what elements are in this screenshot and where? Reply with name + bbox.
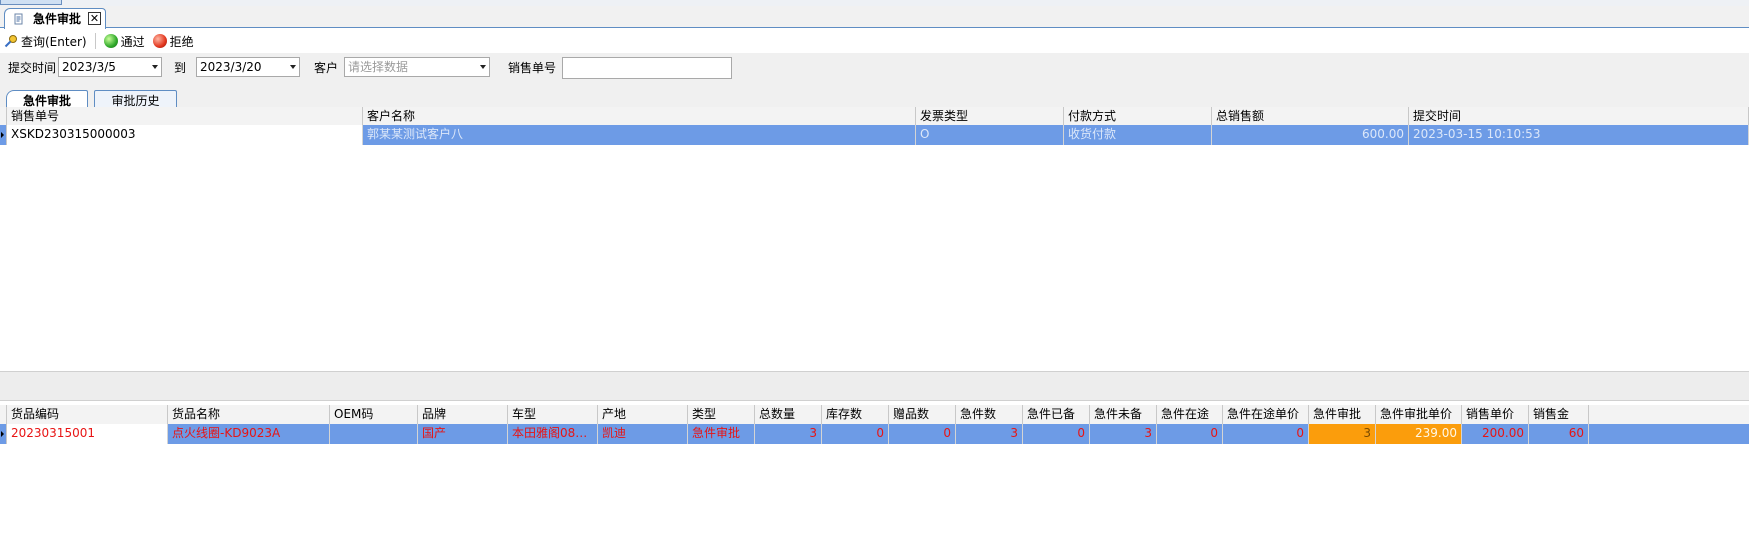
col-oem[interactable]: OEM码 (330, 405, 418, 424)
submit-time-label: 提交时间 (8, 61, 57, 75)
cell-urgent-approve[interactable]: 3 (1309, 424, 1376, 444)
cell-invoice-type[interactable]: O (916, 125, 1064, 145)
col-sale-amount[interactable]: 销售金 (1529, 405, 1589, 424)
red-ball-icon (152, 34, 167, 48)
col-stock[interactable]: 库存数 (822, 405, 889, 424)
grid-splitter[interactable] (0, 371, 1749, 401)
cell-urgent-approve-price[interactable]: 239.00 (1376, 424, 1462, 444)
col-brand[interactable]: 品牌 (418, 405, 508, 424)
cell-urgent-transit[interactable]: 0 (1157, 424, 1223, 444)
col-sale-price[interactable]: 销售单价 (1462, 405, 1529, 424)
approve-button[interactable]: 通过 (100, 30, 149, 52)
col-submit-time[interactable]: 提交时间 (1409, 107, 1749, 126)
document-tab-bar: 急件审批 ✕ (0, 6, 1749, 29)
document-icon (14, 13, 23, 25)
col-urgent-transit[interactable]: 急件在途 (1157, 405, 1223, 424)
header-indicator (0, 405, 7, 424)
cell-type[interactable]: 急件审批 (688, 424, 755, 444)
col-customer[interactable]: 客户名称 (363, 107, 916, 126)
cell-brand[interactable]: 国产 (418, 424, 508, 444)
customer-select[interactable]: 请选择数据 (344, 57, 490, 77)
doc-tab-label: 急件审批 (33, 12, 82, 26)
cell-model[interactable]: 本田雅阁08款… (508, 424, 598, 444)
items-grid-header: 货品编码 货品名称 OEM码 品牌 车型 产地 类型 总数量 库存数 赠品数 急… (0, 405, 1749, 425)
col-urgent-approve-price[interactable]: 急件审批单价 (1376, 405, 1462, 424)
col-gift[interactable]: 赠品数 (889, 405, 956, 424)
cell-urgent-unready[interactable]: 3 (1090, 424, 1157, 444)
cell-total-qty[interactable]: 3 (755, 424, 822, 444)
toolbar-separator (94, 33, 96, 49)
col-model[interactable]: 车型 (508, 405, 598, 424)
cell-origin[interactable]: 凯迪 (598, 424, 688, 444)
cell-sale-price[interactable]: 200.00 (1462, 424, 1529, 444)
cell-item-code[interactable]: 20230315001 (7, 424, 168, 444)
toolbar: 查询(Enter) 通过 拒绝 (0, 29, 1749, 53)
top-strip-selector[interactable] (0, 0, 62, 5)
col-invoice-type[interactable]: 发票类型 (916, 107, 1064, 126)
app-window: 急件审批 ✕ 查询(Enter) 通过 拒绝 提交时间 2023/3/5 到 2… (0, 0, 1749, 545)
date-from-picker[interactable]: 2023/3/5 (58, 57, 162, 77)
dropdown-arrow-icon[interactable] (480, 65, 486, 69)
col-origin[interactable]: 产地 (598, 405, 688, 424)
cell-oem[interactable] (330, 424, 418, 444)
order-no-label: 销售单号 (508, 61, 557, 75)
date-to-picker[interactable]: 2023/3/20 (196, 57, 300, 77)
reject-label: 拒绝 (169, 34, 194, 49)
close-icon[interactable]: ✕ (88, 12, 102, 25)
cell-stock[interactable]: 0 (822, 424, 889, 444)
filter-bar: 提交时间 2023/3/5 到 2023/3/20 客户 请选择数据 销售单号 (0, 53, 1749, 81)
date-to-value: 2023/3/20 (200, 60, 262, 74)
cell-submit-time[interactable]: 2023-03-15 10:10:53 (1409, 125, 1749, 145)
col-item-code[interactable]: 货品编码 (7, 405, 168, 424)
cell-gift[interactable]: 0 (889, 424, 956, 444)
col-urgent[interactable]: 急件数 (956, 405, 1023, 424)
col-total-qty[interactable]: 总数量 (755, 405, 822, 424)
cell-sale-amount[interactable]: 60 (1529, 424, 1589, 444)
dropdown-arrow-icon[interactable] (152, 65, 158, 69)
col-urgent-unready[interactable]: 急件未备 (1090, 405, 1157, 424)
date-from-value: 2023/3/5 (62, 60, 116, 74)
col-urgent-transit-price[interactable]: 急件在途单价 (1223, 405, 1309, 424)
cell-payment[interactable]: 收货付款 (1064, 125, 1212, 145)
row-indicator-icon (0, 125, 7, 145)
to-label: 到 (174, 61, 187, 75)
table-row[interactable]: 20230315001 点火线圈-KD9023A 国产 本田雅阁08款… 凯迪 … (0, 424, 1749, 444)
reject-button[interactable]: 拒绝 (149, 30, 198, 52)
col-total-sales[interactable]: 总销售额 (1212, 107, 1409, 126)
query-button[interactable]: 查询(Enter) (0, 30, 91, 52)
col-order-no[interactable]: 销售单号 (7, 107, 363, 126)
col-urgent-approve[interactable]: 急件审批 (1309, 405, 1376, 424)
order-no-input[interactable] (562, 57, 732, 79)
cell-item-name[interactable]: 点火线圈-KD9023A (168, 424, 330, 444)
row-indicator-icon (0, 424, 7, 444)
cell-urgent-transit-price[interactable]: 0 (1223, 424, 1309, 444)
cell-total[interactable]: 600.00 (1212, 125, 1409, 145)
col-urgent-ready[interactable]: 急件已备 (1023, 405, 1090, 424)
query-label: 查询(Enter) (21, 34, 87, 49)
cell-urgent-ready[interactable]: 0 (1023, 424, 1090, 444)
approve-label: 通过 (120, 34, 145, 49)
orders-grid: 销售单号 客户名称 发票类型 付款方式 总销售额 提交时间 XSKD230315… (0, 107, 1749, 371)
cell-urgent[interactable]: 3 (956, 424, 1023, 444)
cell-customer[interactable]: 郭某某测试客户八 (363, 125, 916, 145)
orders-grid-header: 销售单号 客户名称 发票类型 付款方式 总销售额 提交时间 (0, 107, 1749, 127)
doc-tab-urgent-approval[interactable]: 急件审批 ✕ (4, 8, 107, 29)
search-key-icon (4, 35, 17, 48)
col-payment[interactable]: 付款方式 (1064, 107, 1212, 126)
items-grid: 货品编码 货品名称 OEM码 品牌 车型 产地 类型 总数量 库存数 赠品数 急… (0, 402, 1749, 545)
cell-order-no[interactable]: XSKD230315000003 (7, 125, 363, 145)
col-item-name[interactable]: 货品名称 (168, 405, 330, 424)
header-indicator (0, 107, 7, 126)
dropdown-arrow-icon[interactable] (290, 65, 296, 69)
green-ball-icon (103, 34, 118, 48)
customer-label: 客户 (314, 61, 339, 75)
customer-placeholder: 请选择数据 (348, 60, 409, 74)
col-type[interactable]: 类型 (688, 405, 755, 424)
table-row[interactable]: XSKD230315000003 郭某某测试客户八 O 收货付款 600.00 … (0, 125, 1749, 145)
